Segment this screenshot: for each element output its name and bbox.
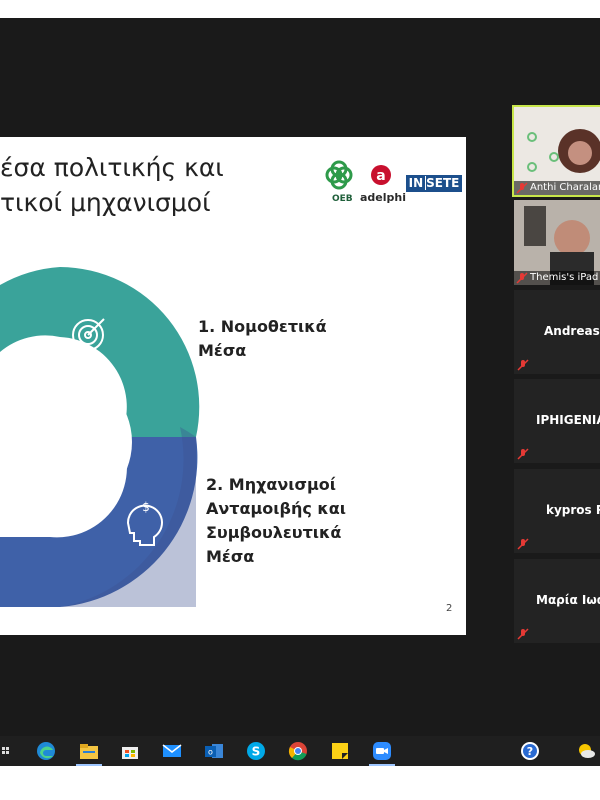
muted-mic-icon [516,272,528,284]
participant-tile-1[interactable]: Anthi Charalamb [512,105,600,197]
item-1-label: 1. Νομοθετικά Μέσα [198,317,327,360]
participant-name-1: Anthi Charalamb [514,181,600,195]
participant-tile-5[interactable]: kypros Pa [514,469,600,553]
zoom-meeting-window: έσα πολιτικής και τικοί μηχανισμοί a OEB… [0,18,600,736]
muted-mic-icon [517,628,529,640]
chrome-icon[interactable] [288,741,308,761]
sticky-notes-icon[interactable] [330,741,350,761]
skype-icon[interactable]: S [246,741,266,761]
muted-mic-icon [517,359,529,371]
participant-tile-4[interactable]: IPHIGENIA [514,379,600,463]
edge-icon[interactable] [36,741,56,761]
weather-icon[interactable] [576,741,596,761]
zoom-icon[interactable] [372,741,392,761]
muted-mic-icon [517,538,529,550]
muted-mic-icon [517,448,529,460]
ring-hole [0,370,132,514]
store-icon[interactable] [120,741,140,761]
file-explorer-icon[interactable] [79,741,99,761]
participant-name-6: Μαρία Ιωα [536,593,600,607]
participant-name-text-1: Anthi Charalamb [530,182,600,193]
help-icon[interactable]: ? [520,741,540,761]
participant-tile-2[interactable]: Themis's iPad [514,200,600,285]
outlook-icon[interactable]: o [204,741,224,761]
participant-name-text-2: Themis's iPad [530,272,599,283]
participant-tile-3[interactable]: Andreas L [514,290,600,374]
svg-text:S: S [252,745,261,759]
item-2-label: 2. Μηχανισμοί Ανταμοιβής και Συμβουλευτι… [206,475,346,566]
participant-name-5: kypros Pa [546,503,600,517]
participant-tile-6[interactable]: Μαρία Ιωα [514,559,600,643]
start-partial-icon[interactable] [0,741,12,761]
screen-bottom-margin [0,766,600,800]
svg-text:?: ? [527,745,533,758]
participant-name-4: IPHIGENIA [536,413,600,427]
muted-mic-icon [516,182,528,194]
svg-text:$: $ [142,500,150,514]
mail-icon[interactable] [162,741,182,761]
participant-name-3: Andreas L [544,324,600,338]
slide-page-number: 2 [446,603,453,614]
taskbar: o S ? [0,736,600,766]
participant-name-2: Themis's iPad [514,271,600,285]
shared-slide: έσα πολιτικής και τικοί μηχανισμοί a OEB… [0,137,466,635]
svg-text:o: o [208,748,213,757]
